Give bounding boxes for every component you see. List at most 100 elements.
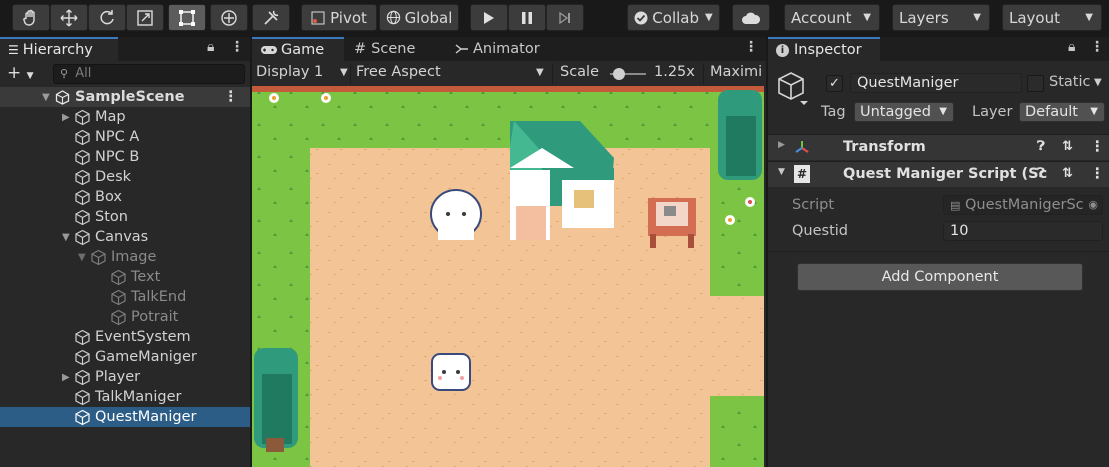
tab-scene[interactable]: # Scene bbox=[346, 37, 442, 61]
expand-arrow-icon[interactable]: ▼ bbox=[778, 167, 785, 177]
list-item[interactable]: Text bbox=[0, 267, 250, 287]
preset-sliders-icon[interactable]: ⇅ bbox=[1062, 166, 1073, 181]
list-item[interactable]: ▶ Player bbox=[0, 367, 250, 387]
more-options-icon[interactable]: ⋮ bbox=[1090, 39, 1104, 55]
object-picker-icon[interactable]: ◉ bbox=[1088, 196, 1098, 214]
account-label: Account bbox=[791, 8, 852, 27]
collapsed-arrow-icon[interactable]: ▶ bbox=[778, 140, 785, 150]
list-item-selected[interactable]: QuestManiger bbox=[0, 407, 250, 427]
game-canvas[interactable] bbox=[252, 86, 764, 467]
pivot-toggle-button[interactable]: Pivot bbox=[301, 4, 377, 31]
play-button[interactable] bbox=[470, 4, 508, 31]
divider[interactable] bbox=[766, 37, 768, 467]
more-options-icon[interactable]: ⋮ bbox=[744, 39, 758, 55]
list-item[interactable]: NPC A bbox=[0, 127, 250, 147]
step-button[interactable] bbox=[546, 4, 584, 31]
rect-tool-button[interactable] bbox=[168, 4, 206, 31]
move-tool-button[interactable] bbox=[50, 4, 88, 31]
more-options-icon[interactable]: ⋮ bbox=[224, 89, 239, 105]
list-item[interactable]: ▼ Image bbox=[0, 247, 250, 267]
object-name-input[interactable]: QuestManiger bbox=[850, 73, 1022, 93]
scale-slider[interactable] bbox=[610, 68, 646, 80]
gameobject-cube-icon bbox=[75, 349, 90, 365]
list-item[interactable]: Box bbox=[0, 187, 250, 207]
aspect-dropdown[interactable]: Free Aspect ▼ bbox=[356, 64, 550, 80]
expand-arrow-icon[interactable]: ▼ bbox=[42, 92, 54, 103]
check-circle-icon bbox=[634, 11, 648, 24]
list-item[interactable]: NPC B bbox=[0, 147, 250, 167]
list-item[interactable]: TalkManiger bbox=[0, 387, 250, 407]
tab-game[interactable]: Game bbox=[252, 37, 344, 61]
list-item-label: NPC B bbox=[95, 149, 140, 165]
layout-dropdown[interactable]: Layout ▼ bbox=[1002, 4, 1102, 31]
more-options-icon[interactable]: ⋮ bbox=[1090, 166, 1105, 182]
chevron-down-icon[interactable]: ▼ bbox=[1094, 77, 1102, 88]
list-item[interactable]: Desk bbox=[0, 167, 250, 187]
list-item[interactable]: TalkEnd bbox=[0, 287, 250, 307]
hand-icon bbox=[23, 9, 35, 26]
collab-button[interactable]: Collab ▼ bbox=[627, 4, 720, 31]
account-dropdown[interactable]: Account ▼ bbox=[784, 4, 880, 31]
tag-dropdown[interactable]: Untagged ▼ bbox=[854, 102, 954, 122]
expand-arrow-icon[interactable]: ▼ bbox=[62, 232, 74, 243]
search-icon: ⚲ bbox=[60, 67, 69, 80]
collapsed-arrow-icon[interactable]: ▶ bbox=[62, 372, 74, 383]
layer-label: Layer bbox=[972, 104, 1013, 120]
list-item[interactable]: GameManiger bbox=[0, 347, 250, 367]
questid-input[interactable]: 10 bbox=[943, 221, 1103, 241]
create-button[interactable]: + ▼ bbox=[7, 63, 34, 83]
transform-component-header[interactable]: ▶ Transform ❓︎ ⇅ ⋮ bbox=[768, 134, 1109, 160]
custom-tools-button[interactable] bbox=[252, 4, 290, 31]
rotate-tool-button[interactable] bbox=[88, 4, 126, 31]
list-item-label: Text bbox=[131, 269, 161, 285]
scene-row[interactable]: ▼ SampleScene ⋮ bbox=[0, 87, 250, 107]
lock-icon[interactable]: 🔒︎ bbox=[207, 39, 214, 55]
list-item[interactable]: ▶ Map bbox=[0, 107, 250, 127]
global-toggle-button[interactable]: Global bbox=[379, 4, 459, 31]
help-icon[interactable]: ❓︎ bbox=[1037, 166, 1045, 181]
list-item[interactable]: Ston bbox=[0, 207, 250, 227]
list-item[interactable]: ▼ Canvas bbox=[0, 227, 250, 247]
static-checkbox[interactable] bbox=[1027, 75, 1044, 92]
hand-tool-button[interactable] bbox=[12, 4, 50, 31]
tab-inspector[interactable]: i Inspector bbox=[768, 37, 880, 61]
collapsed-arrow-icon[interactable]: ▶ bbox=[62, 112, 74, 123]
script-value: QuestManigerSc bbox=[965, 197, 1084, 213]
preset-sliders-icon[interactable]: ⇅ bbox=[1062, 139, 1073, 154]
scale-slider-handle[interactable] bbox=[613, 68, 625, 80]
script-object-field[interactable]: ▤ QuestManigerSc ◉ bbox=[943, 195, 1103, 215]
layers-dropdown[interactable]: Layers ▼ bbox=[892, 4, 990, 31]
gameobject-cube-icon bbox=[75, 189, 90, 205]
help-icon[interactable]: ❓︎ bbox=[1037, 139, 1045, 154]
scale-tool-button[interactable] bbox=[126, 4, 164, 31]
hierarchy-tabbar: ☰ Hierarchy 🔒︎ ⋮ bbox=[0, 37, 250, 61]
chevron-down-icon: ▼ bbox=[939, 106, 947, 117]
scale-icon bbox=[137, 9, 153, 26]
expand-arrow-icon[interactable]: ▼ bbox=[78, 252, 90, 263]
maximize-on-play-toggle[interactable]: Maximi bbox=[710, 64, 762, 80]
gameobject-cube-icon bbox=[778, 72, 808, 105]
list-item[interactable]: Potrait bbox=[0, 307, 250, 327]
lock-icon[interactable]: 🔒︎ bbox=[1068, 39, 1075, 55]
cloud-button[interactable] bbox=[732, 4, 770, 31]
script-component-header[interactable]: ▼ # Quest Maniger Script (Sc ❓︎ ⇅ ⋮ bbox=[768, 161, 1109, 187]
more-options-icon[interactable]: ⋮ bbox=[230, 39, 244, 55]
divider bbox=[552, 63, 553, 84]
list-item[interactable]: EventSystem bbox=[0, 327, 250, 347]
gameobject-cube-icon bbox=[75, 329, 90, 345]
layer-dropdown[interactable]: Default ▼ bbox=[1019, 102, 1105, 122]
display-dropdown[interactable]: Display 1 ▼ bbox=[256, 64, 352, 80]
tab-animator[interactable]: Animator bbox=[446, 37, 556, 61]
more-options-icon[interactable]: ⋮ bbox=[1090, 139, 1105, 155]
active-checkbox[interactable]: ✓ bbox=[826, 75, 843, 92]
pause-button[interactable] bbox=[508, 4, 546, 31]
main-toolbar: Pivot Global Collab ▼ Account ▼ Layers ▼… bbox=[0, 0, 1109, 37]
transform-tool-button[interactable] bbox=[210, 4, 248, 31]
aspect-label: Free Aspect bbox=[356, 64, 441, 80]
divider[interactable] bbox=[250, 37, 252, 467]
list-item-label: QuestManiger bbox=[95, 409, 197, 425]
list-item-label: TalkEnd bbox=[131, 289, 187, 305]
add-component-button[interactable]: Add Component bbox=[797, 263, 1083, 291]
hierarchy-search-input[interactable]: ⚲ All bbox=[53, 64, 245, 84]
tab-hierarchy[interactable]: ☰ Hierarchy bbox=[0, 37, 118, 61]
